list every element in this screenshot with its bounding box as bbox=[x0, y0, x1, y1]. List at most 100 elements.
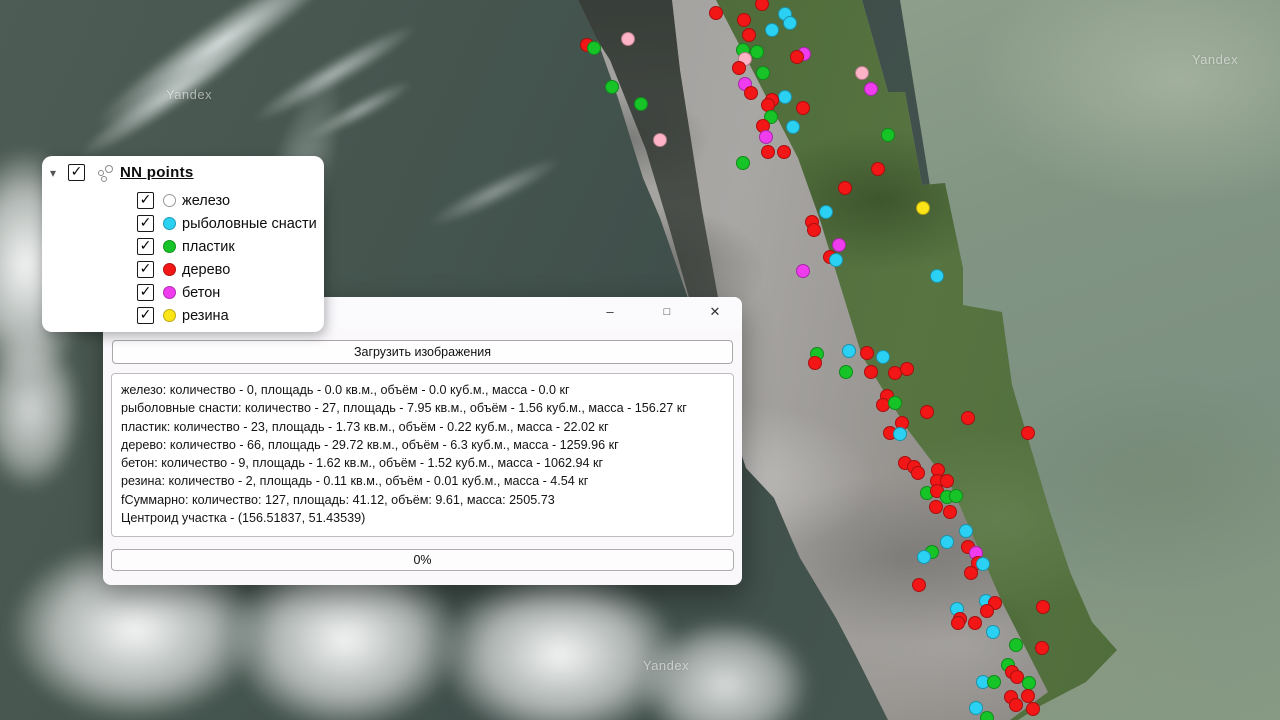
map-point[interactable] bbox=[876, 350, 890, 364]
map-point[interactable] bbox=[916, 201, 930, 215]
close-button[interactable]: ✕ bbox=[693, 297, 737, 327]
map-point[interactable] bbox=[732, 61, 746, 75]
map-point[interactable] bbox=[605, 80, 619, 94]
load-images-button[interactable]: Загрузить изображения bbox=[112, 340, 733, 364]
map-point[interactable] bbox=[1021, 426, 1035, 440]
map-point[interactable] bbox=[964, 566, 978, 580]
map-point[interactable] bbox=[756, 66, 770, 80]
map-point[interactable] bbox=[917, 550, 931, 564]
legend-item-label: пластик bbox=[182, 238, 235, 256]
map-point[interactable] bbox=[755, 0, 769, 11]
map-point[interactable] bbox=[864, 82, 878, 96]
map-point[interactable] bbox=[986, 625, 1000, 639]
map-point[interactable] bbox=[829, 253, 843, 267]
map-point[interactable] bbox=[807, 223, 821, 237]
map-point[interactable] bbox=[777, 145, 791, 159]
map-point[interactable] bbox=[790, 50, 804, 64]
stats-line: рыболовные снасти: количество - 27, площ… bbox=[121, 399, 724, 417]
map-point[interactable] bbox=[860, 346, 874, 360]
legend-row[interactable]: ✓ железо bbox=[42, 192, 324, 214]
map-point[interactable] bbox=[761, 145, 775, 159]
map-point[interactable] bbox=[929, 500, 943, 514]
map-point[interactable] bbox=[912, 578, 926, 592]
map-point[interactable] bbox=[786, 120, 800, 134]
map-point[interactable] bbox=[980, 711, 994, 720]
maximize-button[interactable]: □ bbox=[645, 297, 689, 327]
map-point[interactable] bbox=[1022, 676, 1036, 690]
map-point[interactable] bbox=[1009, 638, 1023, 652]
map-point[interactable] bbox=[893, 427, 907, 441]
legend-row[interactable]: ✓ пластик bbox=[42, 238, 324, 260]
map-point[interactable] bbox=[855, 66, 869, 80]
map-point[interactable] bbox=[750, 45, 764, 59]
map-point[interactable] bbox=[980, 604, 994, 618]
legend-item-checkbox[interactable]: ✓ bbox=[137, 238, 154, 255]
legend-color-swatch bbox=[163, 309, 176, 322]
map-point[interactable] bbox=[742, 28, 756, 42]
collapse-arrow-icon[interactable]: ▾ bbox=[50, 166, 56, 180]
map-point[interactable] bbox=[737, 13, 751, 27]
stats-line: дерево: количество - 66, площадь - 29.72… bbox=[121, 436, 724, 454]
map-point[interactable] bbox=[930, 269, 944, 283]
legend-item-checkbox[interactable]: ✓ bbox=[137, 261, 154, 278]
stats-line: резина: количество - 2, площадь - 0.11 к… bbox=[121, 472, 724, 490]
map-point[interactable] bbox=[832, 238, 846, 252]
map-point[interactable] bbox=[783, 16, 797, 30]
legend-item-checkbox[interactable]: ✓ bbox=[137, 307, 154, 324]
legend-item-checkbox[interactable]: ✓ bbox=[137, 192, 154, 209]
map-point[interactable] bbox=[653, 133, 667, 147]
map-point[interactable] bbox=[871, 162, 885, 176]
map-point[interactable] bbox=[744, 86, 758, 100]
map-point[interactable] bbox=[736, 156, 750, 170]
map-point[interactable] bbox=[1036, 600, 1050, 614]
map-point[interactable] bbox=[808, 356, 822, 370]
legend-header[interactable]: ▾ ✓ NN points bbox=[42, 164, 324, 186]
map-point[interactable] bbox=[976, 557, 990, 571]
map-point[interactable] bbox=[838, 181, 852, 195]
map-point[interactable] bbox=[940, 535, 954, 549]
stats-textbox[interactable]: железо: количество - 0, площадь - 0.0 кв… bbox=[111, 373, 734, 537]
map-point[interactable] bbox=[765, 23, 779, 37]
map-point[interactable] bbox=[621, 32, 635, 46]
map-canvas[interactable]: Yandex Yandex Yandex ▾ ✓ NN points ✓ жел… bbox=[0, 0, 1280, 720]
map-point[interactable] bbox=[796, 101, 810, 115]
map-point[interactable] bbox=[951, 616, 965, 630]
map-point[interactable] bbox=[961, 411, 975, 425]
legend-title[interactable]: NN points bbox=[120, 164, 194, 181]
map-point[interactable] bbox=[819, 205, 833, 219]
map-point[interactable] bbox=[949, 489, 963, 503]
map-point[interactable] bbox=[1021, 689, 1035, 703]
map-point[interactable] bbox=[842, 344, 856, 358]
map-point[interactable] bbox=[1035, 641, 1049, 655]
map-point[interactable] bbox=[920, 405, 934, 419]
map-point[interactable] bbox=[1009, 698, 1023, 712]
map-point[interactable] bbox=[911, 466, 925, 480]
map-point[interactable] bbox=[1026, 702, 1040, 716]
minimize-button[interactable]: – bbox=[588, 297, 632, 327]
legend-row[interactable]: ✓ дерево bbox=[42, 261, 324, 283]
map-point[interactable] bbox=[864, 365, 878, 379]
progress-bar: 0% bbox=[111, 549, 734, 571]
map-point[interactable] bbox=[587, 41, 601, 55]
map-point[interactable] bbox=[709, 6, 723, 20]
map-point[interactable] bbox=[968, 616, 982, 630]
map-point[interactable] bbox=[943, 505, 957, 519]
map-point[interactable] bbox=[839, 365, 853, 379]
legend-row[interactable]: ✓ рыболовные снасти bbox=[42, 215, 324, 237]
map-point[interactable] bbox=[900, 362, 914, 376]
legend-row[interactable]: ✓ бетон bbox=[42, 284, 324, 306]
legend-color-swatch bbox=[163, 286, 176, 299]
map-point[interactable] bbox=[634, 97, 648, 111]
legend-item-checkbox[interactable]: ✓ bbox=[137, 215, 154, 232]
map-point[interactable] bbox=[959, 524, 973, 538]
map-point[interactable] bbox=[759, 130, 773, 144]
map-point[interactable] bbox=[778, 90, 792, 104]
legend-item-checkbox[interactable]: ✓ bbox=[137, 284, 154, 301]
map-point[interactable] bbox=[881, 128, 895, 142]
map-point[interactable] bbox=[796, 264, 810, 278]
progress-label: 0% bbox=[413, 553, 431, 567]
map-point[interactable] bbox=[987, 675, 1001, 689]
legend-layer-checkbox[interactable]: ✓ bbox=[68, 164, 85, 181]
legend-row[interactable]: ✓ резина bbox=[42, 307, 324, 329]
map-point[interactable] bbox=[888, 396, 902, 410]
